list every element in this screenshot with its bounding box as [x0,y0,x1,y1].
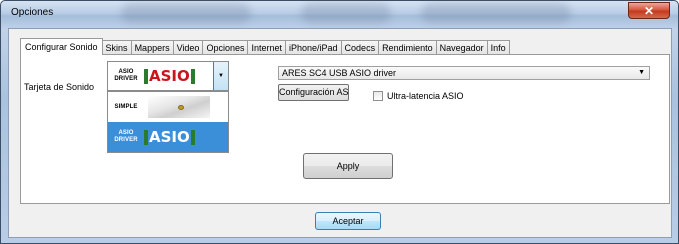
asio-driver-select[interactable]: ARES SC4 USB ASIO driver ▼ [278,66,650,80]
tab-opciones[interactable]: Opciones [203,40,249,55]
tab-strip: Configurar Sonido Skins Mappers Video Op… [20,38,510,55]
tab-rendimiento[interactable]: Rendimiento [379,40,437,55]
asio-logo: ASIO [144,66,195,85]
chevron-down-icon: ▼ [638,69,645,76]
tab-video[interactable]: Video [173,40,204,55]
close-icon: ✕ [643,3,655,18]
combo-dropdown-button[interactable]: ▼ [213,62,228,90]
driver-type-text: ASIO DRIVER [114,69,138,82]
audio-jack-image [148,96,210,118]
ultra-latency-checkbox[interactable] [373,91,383,101]
sound-card-label: Tarjeta de Sonido [24,82,95,92]
tab-mappers[interactable]: Mappers [131,40,174,55]
asio-logo: ASIO [144,127,195,146]
dropdown-item-asio[interactable]: ASIO DRIVER ASIO [108,122,228,152]
tab-skins[interactable]: Skins [102,40,132,55]
sound-card-dropdown-list: SIMPLE ASIO DRIVER ASIO [107,91,229,153]
asio-config-button[interactable]: Configuración ASIO [278,84,349,101]
title-bar[interactable]: Opciones ✕ [1,1,678,28]
tab-info[interactable]: Info [487,40,510,55]
chevron-down-icon: ▼ [218,73,224,79]
driver-type-text: ASIO DRIVER [114,130,138,143]
client-area: Configurar Sonido Skins Mappers Video Op… [8,28,672,238]
apply-button[interactable]: Apply [303,153,393,179]
sound-settings-panel: Tarjeta de Sonido ASIO DRIVER ASIO ▼ SIM… [20,54,670,204]
tab-internet[interactable]: Internet [248,40,286,55]
sound-card-combo[interactable]: ASIO DRIVER ASIO ▼ [107,61,229,91]
accept-button[interactable]: Aceptar [315,212,381,230]
window-title: Opciones [11,7,54,18]
dropdown-item-simple[interactable]: SIMPLE [108,92,228,122]
combo-selected-item: ASIO DRIVER ASIO [108,62,213,90]
tab-iphone-ipad[interactable]: iPhone/iPad [286,40,342,55]
tab-codecs[interactable]: Codecs [341,40,380,55]
tab-navegador[interactable]: Navegador [436,40,488,55]
ultra-latency-label: Ultra-latencia ASIO [387,91,464,101]
close-button[interactable]: ✕ [628,2,670,19]
tab-configurar-sonido[interactable]: Configurar Sonido [20,38,103,55]
asio-driver-value: ARES SC4 USB ASIO driver [282,68,397,78]
driver-type-text: SIMPLE [114,103,138,110]
ultra-latency-option[interactable]: Ultra-latencia ASIO [373,91,464,101]
options-window: Opciones ✕ Configurar Sonido Skins Mappe… [0,0,679,244]
